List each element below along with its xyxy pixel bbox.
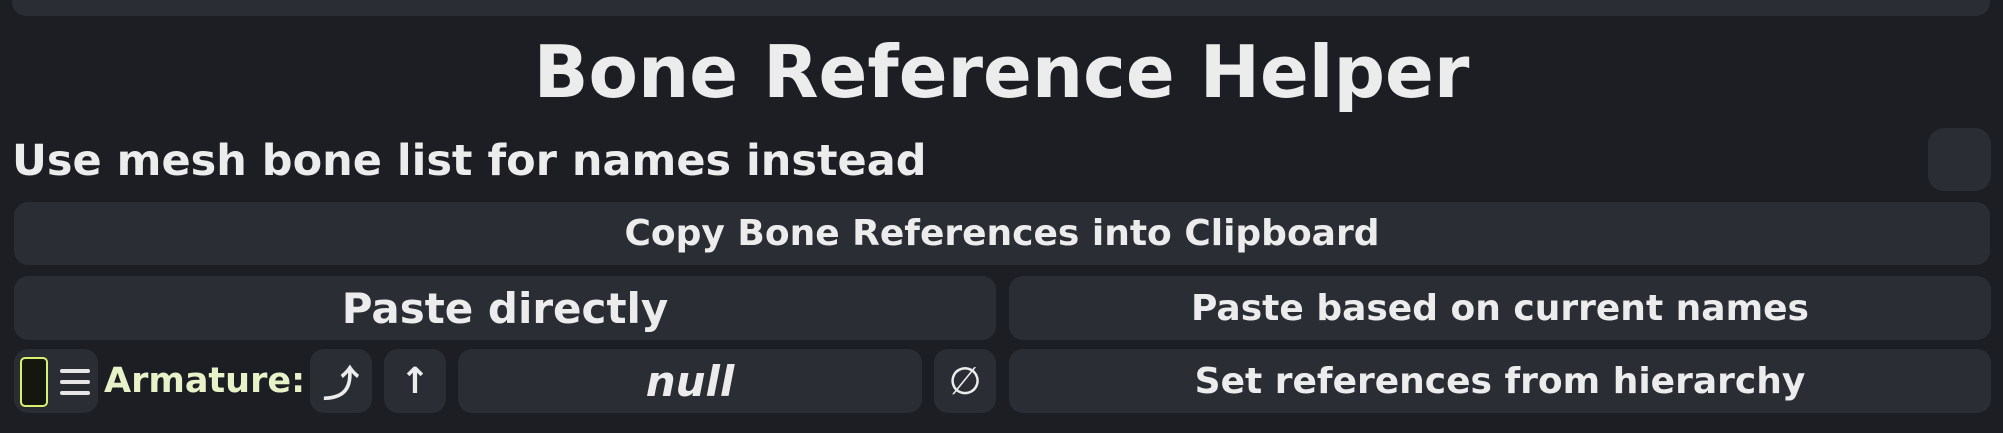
armature-label: Armature: (104, 361, 306, 401)
hamburger-line (60, 390, 90, 395)
hamburger-line (60, 369, 90, 374)
hamburger-icon[interactable] (60, 366, 90, 398)
mesh-bone-option-label: Use mesh bone list for names instead (12, 136, 927, 186)
paste-by-names-button[interactable]: Paste based on current names (1009, 276, 1991, 340)
clear-armature-button[interactable]: ∅ (934, 349, 996, 413)
select-up-button[interactable]: ↑ (384, 349, 446, 413)
set-references-from-hierarchy-button[interactable]: Set references from hierarchy (1009, 349, 1991, 413)
armature-color-swatch[interactable] (20, 357, 48, 407)
armature-object-field[interactable]: null (458, 349, 922, 413)
select-parent-button[interactable]: ⤴ (310, 349, 372, 413)
paste-directly-button[interactable]: Paste directly (14, 276, 996, 340)
arrow-up-icon: ↑ (399, 360, 431, 402)
arrow-up-right-hook-icon: ⤴ (322, 364, 359, 405)
copy-bone-references-button[interactable]: Copy Bone References into Clipboard (14, 202, 1990, 265)
previous-section-button[interactable] (12, 0, 1990, 16)
panel-title: Bone Reference Helper (533, 30, 1470, 114)
hamburger-line (60, 379, 90, 384)
mesh-bone-checkbox[interactable] (1928, 128, 1991, 191)
null-set-icon: ∅ (948, 359, 982, 403)
